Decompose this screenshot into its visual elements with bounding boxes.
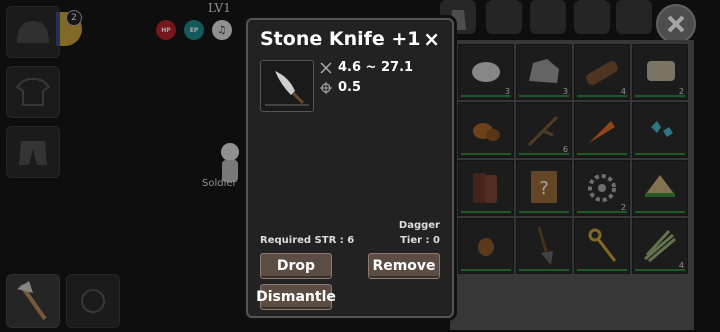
item-preview-bar [265, 104, 309, 106]
speed-value: 0.5 [338, 80, 362, 95]
popup-close-button[interactable]: × [423, 27, 440, 51]
required-str: Required STR : 6 [260, 235, 355, 246]
item-detail-popup: Stone Knife +1 × 4.6 ~ 27.1 0.5 Dagger R… [246, 18, 454, 318]
damage-stat: 4.6 ~ 27.1 [320, 60, 413, 75]
damage-value: 4.6 ~ 27.1 [338, 60, 414, 75]
speed-stat: 0.5 [320, 80, 361, 95]
drop-button[interactable]: Drop [260, 253, 332, 279]
item-title: Stone Knife +1 [260, 28, 421, 50]
crosshair-icon [320, 81, 332, 94]
remove-button[interactable]: Remove [368, 253, 440, 279]
item-type: Dagger [398, 220, 440, 231]
dismantle-button[interactable]: Dismantle [256, 284, 336, 310]
item-tier: Tier : 0 [400, 235, 440, 246]
item-preview [260, 60, 314, 112]
crossed-swords-icon [320, 61, 332, 74]
